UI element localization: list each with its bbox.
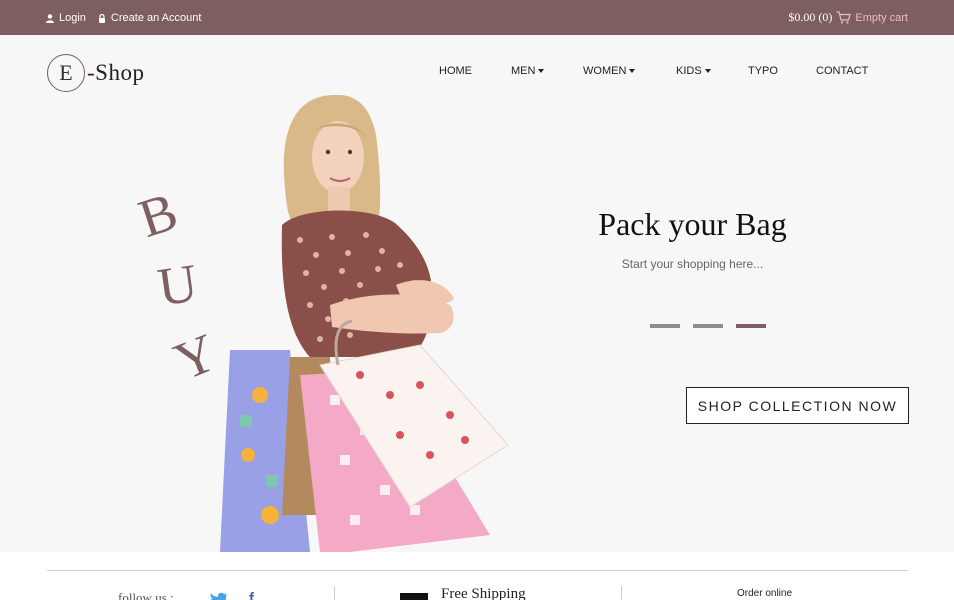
create-account-link[interactable]: Create an Account (98, 12, 202, 24)
slide-title: Pack your Bag (598, 206, 787, 242)
slider-pagination (650, 324, 766, 328)
slider-dot-3[interactable] (736, 324, 766, 328)
lock-icon (98, 13, 105, 23)
facebook-icon[interactable]: f (249, 590, 254, 600)
nav-item-contact[interactable]: CONTACT (816, 65, 868, 77)
truck-icon (400, 593, 428, 600)
follow-label: follow us : (118, 590, 174, 600)
nav-label: CONTACT (816, 65, 869, 77)
chevron-down-icon (629, 69, 636, 73)
nav-label: HOME (439, 65, 472, 77)
chevron-down-icon (538, 69, 545, 73)
account-links: Login Create an Account (46, 12, 201, 24)
cart-icon (836, 11, 852, 24)
nav-label: WOMEN (583, 65, 627, 77)
main-nav: HOME MEN WOMEN KIDS TYPO CONTACT (0, 65, 954, 79)
nav-item-women[interactable]: WOMEN (583, 65, 636, 77)
cart-price: $0.00 (0) (788, 10, 833, 24)
footer-divider (47, 570, 908, 571)
login-label: Login (59, 12, 86, 24)
slider-dot-1[interactable] (650, 324, 680, 328)
nav-item-typo[interactable]: TYPO (748, 65, 778, 77)
nav-label: TYPO (748, 65, 778, 77)
user-icon (46, 13, 54, 23)
cart-summary[interactable]: $0.00 (0) Empty cart (788, 10, 908, 25)
top-bar: Login Create an Account $0.00 (0) Empty … (0, 0, 954, 35)
shop-collection-button[interactable]: SHOP COLLECTION NOW (686, 387, 909, 424)
slide-subtitle: Start your shopping here... (621, 257, 764, 271)
nav-label: KIDS (676, 65, 702, 77)
hero-model-image (220, 95, 509, 552)
nav-item-kids[interactable]: KIDS (676, 65, 711, 77)
footer-separator (334, 586, 335, 600)
slider-dot-2[interactable] (693, 324, 723, 328)
create-account-label: Create an Account (110, 12, 202, 24)
cart-status: Empty cart (855, 11, 908, 24)
footer-separator (621, 586, 622, 600)
free-shipping-title: Free Shipping (441, 586, 526, 600)
twitter-icon[interactable] (210, 592, 228, 600)
nav-label: MEN (511, 65, 536, 77)
login-link[interactable]: Login (46, 12, 86, 24)
buy-letter-u: U (154, 252, 201, 318)
order-online-label: Order online (737, 588, 793, 599)
nav-item-men[interactable]: MEN (511, 65, 545, 77)
nav-item-home[interactable]: HOME (439, 65, 472, 77)
chevron-down-icon (704, 69, 711, 73)
